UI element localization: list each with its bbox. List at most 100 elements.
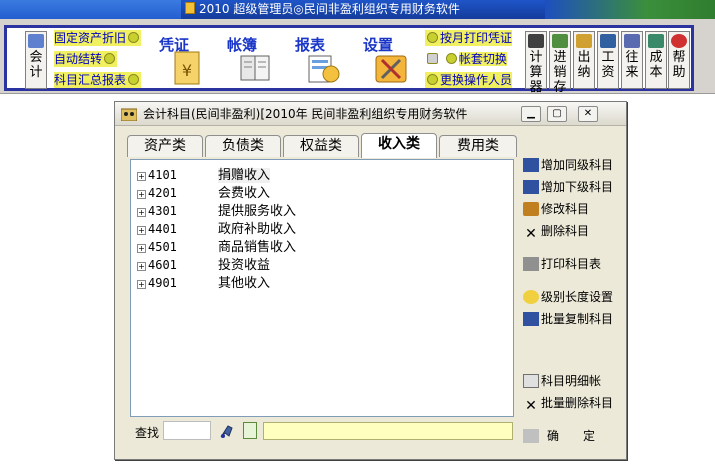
- account-code: 4101: [148, 168, 177, 182]
- calculator-tool-button[interactable]: 计算器: [525, 31, 547, 95]
- window-titlebar[interactable]: 会计科目(民间非盈利)[2010年 民间非盈利组织专用财务软件 ▁ ▢ ✕: [115, 102, 626, 126]
- change-operator-link[interactable]: 更换操作人员: [425, 72, 513, 88]
- delete-account-label: 删除科目: [541, 224, 590, 238]
- report-button[interactable]: 报表: [291, 32, 351, 90]
- expand-icon[interactable]: +: [137, 280, 146, 289]
- expand-icon[interactable]: +: [137, 172, 146, 181]
- taskbar-title-text: 2010 超级管理员◎民间非盈利组织专用财务软件: [199, 2, 460, 16]
- account-set-switch-label: 帐套切换: [458, 52, 507, 66]
- monthly-print-voucher-link[interactable]: 按月打印凭证: [425, 30, 513, 46]
- pencil-icon: [523, 202, 539, 216]
- tab-expenses[interactable]: 费用类: [439, 135, 517, 157]
- expand-icon[interactable]: +: [137, 226, 146, 235]
- tree-copy-icon: [523, 312, 539, 326]
- delete-account-button[interactable]: ✕ 删除科目: [523, 221, 589, 241]
- refresh-icon[interactable]: [243, 422, 257, 439]
- fixed-asset-depreciation-link[interactable]: 固定资产折旧: [54, 30, 142, 46]
- inventory-icon: [552, 34, 568, 48]
- account-code: 4601: [148, 258, 177, 272]
- edit-account-button[interactable]: 修改科目: [523, 199, 589, 219]
- receivables-icon: [624, 34, 640, 48]
- tree-row[interactable]: +4101 捐赠收入: [137, 166, 271, 184]
- confirm-label: 确 定: [547, 429, 596, 443]
- receivables-tool-button[interactable]: 往来: [621, 31, 643, 89]
- inventory-tool-button[interactable]: 进销存: [549, 31, 571, 95]
- add-child-account-button[interactable]: 增加下级科目: [523, 177, 613, 197]
- accounting-icon: [28, 34, 44, 48]
- auto-carryover-link[interactable]: 自动结转: [54, 51, 118, 67]
- tree-row[interactable]: +4301 提供服务收入: [137, 202, 296, 220]
- settings-button[interactable]: 设置: [359, 32, 419, 90]
- taskbar: 2010 超级管理员◎民间非盈利组织专用财务软件: [0, 0, 715, 19]
- go-icon: [427, 74, 438, 85]
- tree-row[interactable]: +4501 商品销售收入: [137, 238, 296, 256]
- add-sibling-account-button[interactable]: 增加同级科目: [523, 155, 613, 175]
- payroll-icon: [600, 34, 616, 48]
- account-name: 其他收入: [218, 276, 271, 291]
- tree-row[interactable]: +4601 投资收益: [137, 256, 270, 274]
- tab-revenue[interactable]: 收入类: [361, 133, 437, 158]
- tab-equity[interactable]: 权益类: [283, 135, 359, 157]
- account-name: 政府补助收入: [218, 222, 297, 237]
- accounting-tool-button[interactable]: 会计: [25, 31, 47, 89]
- account-tree[interactable]: +4101 捐赠收入 +4201 会费收入 +4301 提供服务收入 +4401 政府补…: [130, 159, 514, 417]
- cost-tool-label: 成本: [649, 50, 663, 80]
- tree-row[interactable]: +4901 其他收入: [137, 274, 270, 292]
- voucher-button[interactable]: 凭证 ¥: [155, 32, 215, 90]
- account-code: 4901: [148, 276, 177, 290]
- go-icon: [128, 74, 140, 85]
- account-detail-ledger-button[interactable]: 科目明细帐: [523, 371, 601, 391]
- expand-icon[interactable]: +: [137, 244, 146, 253]
- calculator-tool-label: 计算器: [529, 50, 543, 95]
- taskbar-right-area: [545, 0, 715, 19]
- payroll-tool-button[interactable]: 工资: [597, 31, 619, 89]
- tree-add-icon: [523, 158, 539, 172]
- tab-liabilities[interactable]: 负债类: [205, 135, 281, 157]
- ledger-button[interactable]: 帐簿: [223, 32, 283, 90]
- report-icon: [308, 55, 340, 83]
- calculator-icon: [427, 53, 438, 64]
- taskbar-left-area: [0, 0, 181, 19]
- account-name: 会费收入: [218, 186, 271, 201]
- go-icon: [128, 32, 140, 43]
- expand-icon[interactable]: +: [137, 208, 146, 217]
- account-summary-report-link[interactable]: 科目汇总报表: [54, 72, 142, 88]
- taskbar-app-button[interactable]: 2010 超级管理员◎民间非盈利组织专用财务软件: [181, 0, 551, 19]
- search-label: 查找: [135, 426, 160, 440]
- lightbulb-icon: [523, 290, 539, 304]
- account-set-switch-link[interactable]: 帐套切换: [425, 51, 507, 67]
- auto-carryover-label: 自动结转: [54, 52, 103, 66]
- account-name: 提供服务收入: [218, 204, 297, 219]
- window-title: 会计科目(民间非盈利)[2010年 民间非盈利组织专用财务软件: [143, 107, 468, 121]
- close-button[interactable]: ✕: [578, 106, 598, 122]
- main-toolbar: 会计 固定资产折旧 自动结转 科目汇总报表 凭证 ¥ 帐簿 报表 设置 按月打印…: [0, 19, 715, 95]
- expand-icon[interactable]: +: [137, 262, 146, 271]
- voucher-icon: ¥: [174, 51, 200, 85]
- selected-account-display: [263, 422, 513, 440]
- minimize-button[interactable]: ▁: [521, 106, 541, 122]
- print-accounts-label: 打印科目表: [541, 257, 602, 271]
- batch-delete-accounts-label: 批量删除科目: [541, 396, 614, 410]
- expand-icon[interactable]: +: [137, 190, 146, 199]
- help-tool-button[interactable]: 帮助: [668, 31, 690, 89]
- tree-row[interactable]: +4401 政府补助收入: [137, 220, 296, 238]
- confirm-button[interactable]: 确 定: [523, 426, 595, 446]
- account-name: 捐赠收入: [218, 168, 271, 183]
- tree-row[interactable]: +4201 会费收入: [137, 184, 270, 202]
- cost-tool-button[interactable]: 成本: [645, 31, 667, 89]
- settings-icon: [375, 55, 407, 83]
- batch-copy-accounts-button[interactable]: 批量复制科目: [523, 309, 613, 329]
- maximize-button[interactable]: ▢: [547, 106, 567, 122]
- edit-account-label: 修改科目: [541, 202, 590, 216]
- search-input[interactable]: [163, 421, 211, 440]
- tree-add-child-icon: [523, 180, 539, 194]
- level-length-settings-button[interactable]: 级别长度设置: [523, 287, 613, 307]
- batch-delete-accounts-button[interactable]: ✕ 批量删除科目: [523, 393, 613, 413]
- svg-text:¥: ¥: [182, 61, 192, 80]
- brush-icon[interactable]: [219, 423, 235, 439]
- calculator-icon: [528, 34, 544, 48]
- cashier-tool-button[interactable]: 出纳: [573, 31, 595, 89]
- print-accounts-button[interactable]: 打印科目表: [523, 254, 601, 274]
- search-ledger-icon: [523, 374, 539, 388]
- tab-assets[interactable]: 资产类: [127, 135, 203, 157]
